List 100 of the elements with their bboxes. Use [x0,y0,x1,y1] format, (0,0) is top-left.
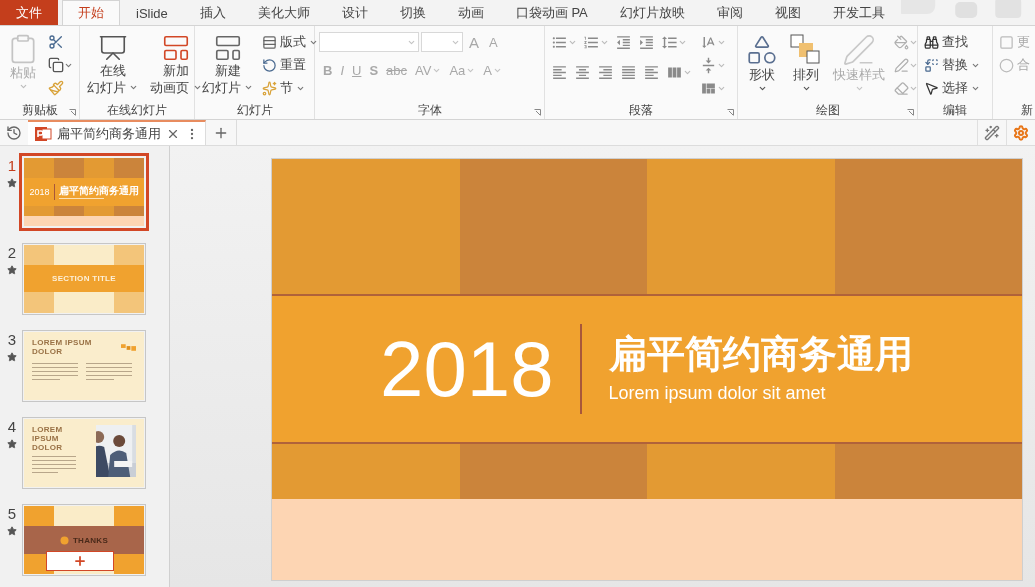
ribbon-tab[interactable]: 美化大师 [241,0,326,25]
thumbnail-title: 扁平简约商务通用 [58,185,139,196]
font-name-field[interactable] [319,32,419,52]
star-icon [7,352,17,362]
text-line [32,363,78,364]
magic-wand-icon[interactable] [984,124,1000,141]
square-icon [999,34,1014,50]
caret-icon [18,82,28,91]
color-block [84,158,114,178]
star-icon [7,178,17,188]
layout-icon [262,34,278,50]
text-line [32,375,78,376]
shapes-button[interactable]: 形状 [742,31,782,95]
ribbon-tab[interactable]: iSlide [120,0,184,25]
text-line [32,379,60,380]
dialog-launcher-icon[interactable] [727,109,734,116]
text-line [86,363,132,364]
slide-number: 5 [7,506,17,522]
slide-thumbnail[interactable]: LOREM IPSUM DOLOR [24,419,144,487]
ribbon-tab[interactable]: 开始 [62,0,120,25]
dialog-launcher-icon[interactable] [907,109,914,116]
group-label: 幻灯片 [236,101,273,119]
settings-icon[interactable] [1013,124,1029,141]
ribbon-tab[interactable]: 切换 [383,0,442,25]
caret-icon [244,83,254,92]
caret-icon [129,83,139,92]
slide-subtitle: Lorem ipsum dolor sit amet [608,383,827,405]
shapes-icon [745,33,779,67]
ribbon-tab[interactable]: 开发工具 [816,0,901,25]
arrange-icon [789,33,823,67]
dialog-launcher-icon[interactable] [534,109,541,116]
thumbnail-title: THANKS [72,535,109,545]
text-line [32,460,76,461]
find-button[interactable]: 查找 [922,31,982,53]
subtitle-line [58,198,104,199]
layout-button[interactable]: 版式 [260,31,321,53]
increase-indent-icon [638,33,655,51]
text-line [32,472,59,473]
paintbrush-icon [48,80,64,96]
copy-icon [48,57,64,73]
replace-icon [924,57,939,73]
powerpoint-icon [34,124,52,143]
select-button[interactable]: 选择 [922,77,982,99]
pen-icon [894,57,909,73]
slide-thumbnail[interactable]: LOREM IPSUM DOLOR [24,332,144,400]
online-slides-button[interactable]: 在线 幻灯片 [84,31,142,99]
thumbnail-title: LOREM IPSUM DOLOR [32,425,64,452]
thumbnail-title: SECTION TITLE [52,274,116,283]
arrange-button[interactable]: 排列 [786,31,826,95]
text-line [32,371,78,372]
ribbon-tab[interactable]: 插入 [183,0,242,25]
ribbon-tab[interactable]: 口袋动画 PA [499,0,604,25]
font-size-field[interactable] [421,32,463,52]
star-icon [7,526,17,536]
replace-button[interactable]: 替换 [922,54,982,76]
align-center-icon [574,63,591,81]
justify-icon [620,63,637,81]
document-tab[interactable]: 扁平简约商务通用 [28,120,206,145]
slide-year: 2018 [380,330,554,408]
caret-icon [854,84,864,93]
color-block [54,158,84,178]
slide-number: 1 [7,158,17,174]
caret-icon [757,84,767,93]
eraser-icon [894,80,909,96]
new-slide-button[interactable]: 新建 幻灯片 [199,31,257,99]
text-line [32,367,78,368]
file-menu[interactable]: 文件 [0,0,58,25]
ribbon-tab[interactable]: 动画 [441,0,500,25]
dialog-launcher-icon[interactable] [69,109,76,116]
plus-icon [73,554,87,568]
color-block [24,158,54,178]
group-label: 字体 [417,101,442,119]
scissors-icon [48,34,64,50]
ribbon-tab[interactable]: 视图 [758,0,817,25]
thumbnail-title: LOREM IPSUM DOLOR [32,338,93,356]
group-label: 在线幻灯片 [107,101,167,119]
squares-icon [121,343,136,351]
distributed-align-icon [643,63,660,81]
text-line [86,367,132,368]
group-label: 绘图 [815,101,840,119]
color-block [114,158,144,178]
ribbon-tab[interactable]: 审阅 [700,0,759,25]
ribbon-tab[interactable]: 幻灯片放映 [603,0,701,25]
text-line [32,464,76,465]
section-button[interactable]: 节 [260,77,321,99]
ribbon-tab[interactable]: 设计 [325,0,384,25]
presentation-icon [97,33,128,63]
reset-button[interactable]: 重置 [260,54,321,76]
history-icon[interactable] [6,124,22,141]
document-title: 扁平简约商务通用 [57,124,161,143]
align-left-icon [551,63,568,81]
slide-number: 3 [7,332,17,348]
section-icon [262,80,278,96]
flower-icon [59,535,69,545]
add-slide-button[interactable] [46,551,114,571]
slide-number: 4 [7,419,17,435]
paint-bucket-icon [894,34,909,50]
group-label: 编辑 [943,101,967,119]
reset-icon [262,57,278,73]
group-label: 段落 [629,101,653,119]
